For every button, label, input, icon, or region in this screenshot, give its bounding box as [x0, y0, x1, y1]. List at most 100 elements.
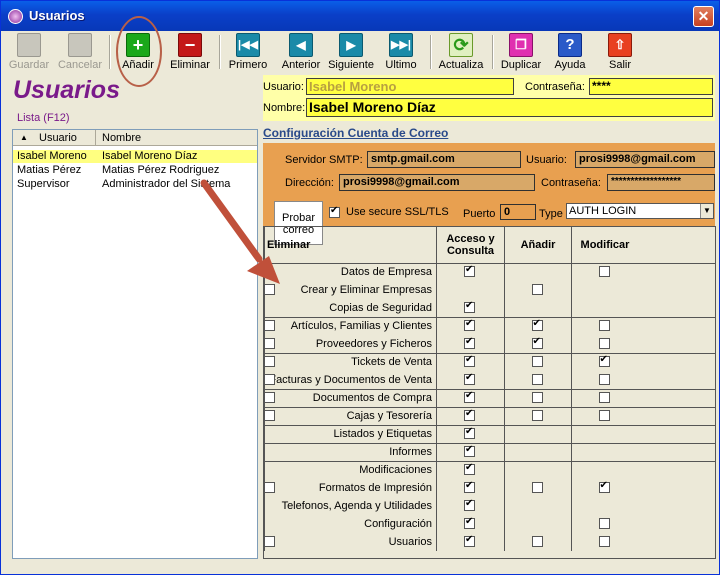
siguiente-button[interactable]: ▶ Siguiente [327, 32, 375, 72]
divider [571, 353, 572, 389]
permission-checkbox[interactable] [598, 354, 610, 367]
puerto-field[interactable]: 0 [500, 204, 536, 220]
permission-checkbox[interactable] [464, 390, 475, 403]
divider [571, 407, 572, 425]
divider [571, 461, 572, 551]
duplicar-button[interactable]: ❐ Duplicar [498, 32, 544, 72]
email-usuario-field[interactable]: prosi9998@gmail.com [575, 151, 715, 168]
permission-checkbox[interactable] [464, 426, 475, 439]
permission-checkbox[interactable] [598, 392, 610, 403]
permission-checkbox[interactable] [264, 410, 275, 421]
email-contrasena-field[interactable]: ****************** [607, 174, 715, 191]
permission-checkbox[interactable] [464, 372, 475, 385]
permission-checkbox[interactable] [464, 498, 475, 511]
ssl-checkbox[interactable] [329, 205, 340, 218]
refresh-icon: ⟳ [449, 33, 473, 57]
auth-type-select[interactable]: AUTH LOGIN ▼ [566, 203, 714, 219]
permission-checkbox[interactable] [531, 482, 543, 493]
permission-checkbox[interactable] [598, 518, 610, 529]
permission-checkbox[interactable] [264, 536, 275, 547]
permission-checkbox[interactable] [531, 336, 543, 349]
permission-checkbox[interactable] [531, 536, 543, 547]
permission-row-label: Informes [389, 446, 432, 458]
column-nombre[interactable]: Nombre [102, 132, 141, 144]
contrasena-field[interactable]: **** [589, 78, 713, 95]
nombre-field[interactable]: Isabel Moreno Díaz [306, 98, 713, 117]
actualiza-button[interactable]: ⟳ Actualiza [437, 32, 485, 72]
permission-checkbox[interactable] [464, 318, 475, 331]
permission-checkbox[interactable] [598, 320, 610, 331]
close-button[interactable]: ✕ [693, 6, 714, 27]
divider [571, 425, 572, 443]
divider [504, 443, 505, 461]
direccion-field[interactable]: prosi9998@gmail.com [339, 174, 535, 191]
list-item[interactable]: Isabel Moreno Isabel Moreno Díaz [13, 150, 257, 163]
divider [504, 425, 505, 443]
list-item[interactable]: Matias Pérez Matias Pérez Rodriguez [13, 164, 257, 177]
permission-checkbox[interactable] [464, 516, 475, 529]
divider [436, 389, 437, 407]
list-item[interactable]: Supervisor Administrador del Sistema [13, 178, 257, 191]
permission-checkbox[interactable] [598, 374, 610, 385]
ultimo-button[interactable]: ▶▶| Ultimo [381, 32, 421, 72]
permission-checkbox[interactable] [464, 408, 475, 421]
permission-checkbox[interactable] [531, 374, 543, 385]
permission-checkbox[interactable] [264, 392, 275, 403]
permission-checkbox[interactable] [264, 284, 275, 295]
next-record-icon: ▶ [339, 33, 363, 57]
permission-checkbox[interactable] [531, 410, 543, 421]
user-list[interactable]: ▲ Usuario Nombre Isabel Moreno Isabel Mo… [12, 129, 258, 559]
guardar-button[interactable]: Guardar [6, 32, 52, 72]
email-usuario-label: Usuario: [526, 154, 567, 166]
divider [504, 461, 505, 551]
permission-checkbox[interactable] [264, 320, 275, 331]
permission-checkbox[interactable] [531, 392, 543, 403]
divider [436, 443, 437, 461]
permission-checkbox[interactable] [598, 410, 610, 421]
permission-checkbox[interactable] [264, 338, 275, 349]
salir-button[interactable]: ⇧ Salir [603, 32, 637, 72]
annotation-circle [116, 16, 162, 87]
permission-checkbox[interactable] [598, 338, 610, 349]
permission-checkbox[interactable] [531, 356, 543, 367]
permission-row-label: Cajas y Tesorería [346, 410, 432, 422]
permission-checkbox[interactable] [264, 374, 275, 385]
permission-row-label: Copias de Seguridad [329, 302, 432, 314]
divider [264, 263, 265, 317]
permission-row-label: Tickets de Venta [351, 356, 432, 368]
minus-icon: − [178, 33, 202, 57]
permission-checkbox[interactable] [598, 480, 610, 493]
contrasena-label: Contraseña: [525, 81, 585, 93]
permission-checkbox[interactable] [531, 284, 543, 295]
permission-checkbox[interactable] [464, 480, 475, 493]
ayuda-button[interactable]: ? Ayuda [551, 32, 589, 72]
permission-checkbox[interactable] [598, 536, 610, 547]
chevron-down-icon[interactable]: ▼ [700, 204, 713, 218]
permission-column-header: Añadir [504, 227, 571, 263]
permission-checkbox[interactable] [464, 534, 475, 547]
divider [504, 353, 505, 389]
permission-row-label: Configuración [364, 518, 432, 530]
permission-checkbox[interactable] [464, 264, 475, 277]
cancelar-button[interactable]: Cancelar [56, 32, 104, 72]
divider [571, 317, 572, 353]
anterior-button[interactable]: ◀ Anterior [279, 32, 323, 72]
usuario-field[interactable]: Isabel Moreno [306, 78, 514, 95]
permission-checkbox[interactable] [464, 462, 475, 475]
permission-checkbox[interactable] [598, 266, 610, 277]
permission-checkbox[interactable] [464, 300, 475, 313]
permission-checkbox[interactable] [464, 354, 475, 367]
permission-checkbox[interactable] [464, 444, 475, 457]
primero-button[interactable]: |◀◀ Primero [227, 32, 269, 72]
smtp-field[interactable]: smtp.gmail.com [367, 151, 521, 168]
column-usuario[interactable]: Usuario [39, 132, 77, 144]
eliminar-button[interactable]: − Eliminar [168, 32, 212, 72]
divider [436, 263, 437, 317]
permission-checkbox[interactable] [264, 356, 275, 367]
permission-row-label: Documentos de Compra [312, 392, 432, 404]
permission-checkbox[interactable] [464, 336, 475, 349]
permission-checkbox[interactable] [531, 318, 543, 331]
title-bar[interactable]: Usuarios ✕ [1, 1, 719, 31]
toolbar-separator [430, 35, 432, 69]
permission-checkbox[interactable] [264, 482, 275, 493]
